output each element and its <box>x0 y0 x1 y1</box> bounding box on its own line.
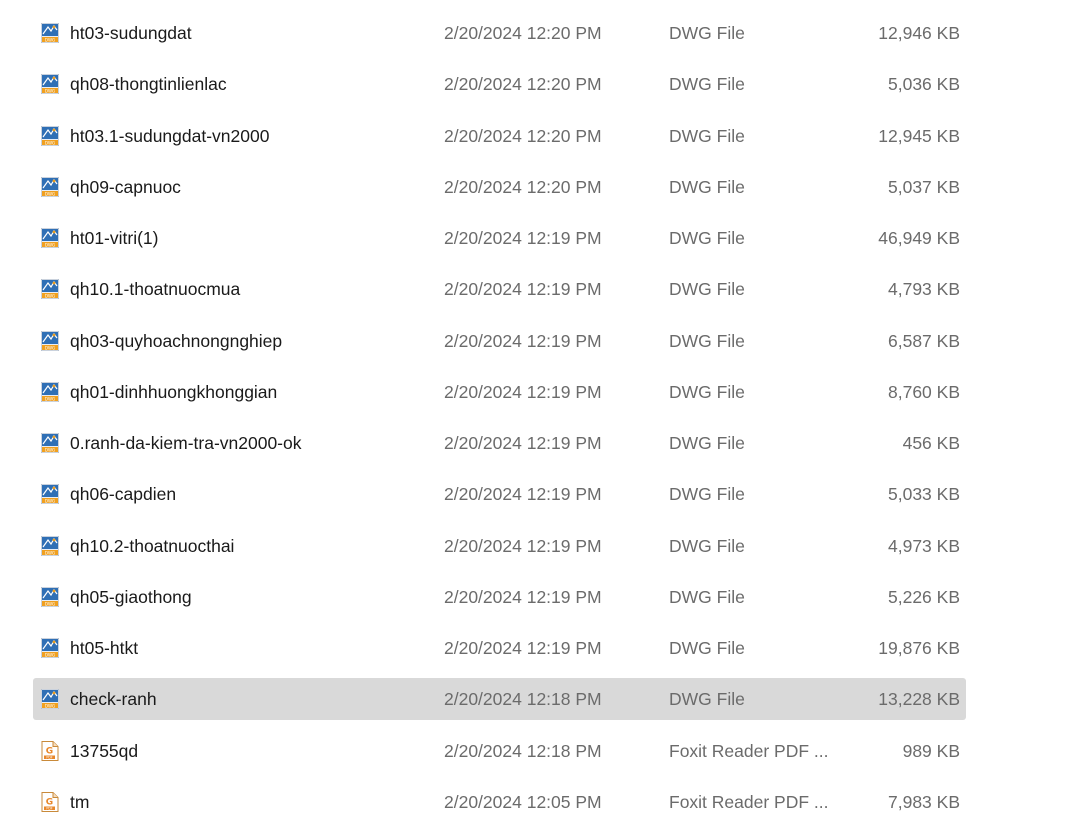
svg-text:PDF: PDF <box>46 756 52 760</box>
svg-text:DWG: DWG <box>45 550 55 555</box>
file-row[interactable]: DWG 0.ranh-da-kiem-tra-vn2000-ok 2/20/2024… <box>33 422 966 464</box>
file-row[interactable]: DWG qh10.1-thoatnuocmua 2/20/2024 12:19 PM… <box>33 268 966 310</box>
file-row[interactable]: DWG ht03.1-sudungdat-vn2000 2/20/2024 12:2… <box>33 115 966 157</box>
svg-text:DWG: DWG <box>45 191 55 196</box>
file-date-modified: 2/20/2024 12:19 PM <box>444 587 602 607</box>
dwg-file-icon: DWG <box>41 689 59 709</box>
file-size: 4,793 KB <box>888 279 960 299</box>
file-name: qh10.2-thoatnuocthai <box>70 536 235 556</box>
file-name: check-ranh <box>70 689 157 709</box>
svg-text:DWG: DWG <box>45 140 55 145</box>
dwg-file-icon: DWG <box>41 382 59 402</box>
file-name: qh10.1-thoatnuocmua <box>70 279 241 299</box>
pdf-file-icon: G PDF <box>41 741 59 761</box>
file-date-modified: 2/20/2024 12:19 PM <box>444 484 602 504</box>
dwg-file-icon: DWG <box>41 638 59 658</box>
dwg-file-icon: DWG <box>41 484 59 504</box>
svg-text:DWG: DWG <box>45 498 55 503</box>
file-row[interactable]: DWG qh09-capnuoc 2/20/2024 12:20 PM DWG Fil… <box>33 166 966 208</box>
svg-text:DWG: DWG <box>45 88 55 93</box>
file-size: 8,760 KB <box>888 382 960 402</box>
file-date-modified: 2/20/2024 12:18 PM <box>444 689 602 709</box>
svg-text:DWG: DWG <box>45 37 55 42</box>
dwg-file-icon: DWG <box>41 177 59 197</box>
dwg-file-icon: DWG <box>41 587 59 607</box>
file-date-modified: 2/20/2024 12:19 PM <box>444 228 602 248</box>
file-row[interactable]: DWG ht05-htkt 2/20/2024 12:19 PM DWG File 19… <box>33 627 966 669</box>
svg-text:DWG: DWG <box>45 703 55 708</box>
file-date-modified: 2/20/2024 12:20 PM <box>444 74 602 94</box>
dwg-file-icon: DWG <box>41 433 59 453</box>
file-name: qh01-dinhhuongkhonggian <box>70 382 278 402</box>
file-row[interactable]: G PDF 13755qd 2/20/2024 12:18 PM Foxit Reade… <box>33 730 966 772</box>
file-size: 5,036 KB <box>888 74 960 94</box>
file-name: 0.ranh-da-kiem-tra-vn2000-ok <box>70 433 302 453</box>
file-name: qh06-capdien <box>70 484 177 504</box>
dwg-file-icon: DWG <box>41 331 59 351</box>
file-size: 5,037 KB <box>888 177 960 197</box>
file-row[interactable]: G PDF tm 2/20/2024 12:05 PM Foxit Reader PDF… <box>33 781 966 823</box>
file-name: ht05-htkt <box>70 638 139 658</box>
svg-text:PDF: PDF <box>46 807 52 811</box>
dwg-file-icon: DWG <box>41 279 59 299</box>
file-row[interactable]: DWG qh10.2-thoatnuocthai 2/20/2024 12:19 P… <box>33 525 966 567</box>
file-size: 19,876 KB <box>878 638 960 658</box>
file-size: 4,973 KB <box>888 536 960 556</box>
file-row[interactable]: DWG qh06-capdien 2/20/2024 12:19 PM DWG Fil… <box>33 473 966 515</box>
file-name: qh03-quyhoachnongnghiep <box>70 331 283 351</box>
file-date-modified: 2/20/2024 12:20 PM <box>444 177 602 197</box>
file-name: qh08-thongtinlienlac <box>70 74 227 94</box>
file-name: qh09-capnuoc <box>70 177 181 197</box>
file-date-modified: 2/20/2024 12:20 PM <box>444 126 602 146</box>
file-row[interactable]: DWG ht01-vitri(1) 2/20/2024 12:19 PM DWG Fi… <box>33 217 966 259</box>
dwg-file-icon: DWG <box>41 228 59 248</box>
file-name: tm <box>70 792 90 812</box>
file-size: 46,949 KB <box>878 228 960 248</box>
file-row[interactable]: DWG qh08-thongtinlienlac 2/20/2024 12:20 P… <box>33 63 966 105</box>
file-date-modified: 2/20/2024 12:19 PM <box>444 279 602 299</box>
file-list: DWG ht03-sudungdat 2/20/2024 12:20 PM DWG F… <box>0 0 1076 822</box>
file-name: ht03-sudungdat <box>70 23 192 43</box>
file-name: qh05-giaothong <box>70 587 192 607</box>
file-date-modified: 2/20/2024 12:18 PM <box>444 741 602 761</box>
file-row[interactable]: DWG ht03-sudungdat 2/20/2024 12:20 PM DWG F… <box>33 12 966 54</box>
svg-text:DWG: DWG <box>45 447 55 452</box>
dwg-file-icon: DWG <box>41 126 59 146</box>
file-size: 12,945 KB <box>878 126 960 146</box>
file-size: 7,983 KB <box>888 792 960 812</box>
svg-text:DWG: DWG <box>45 652 55 657</box>
file-date-modified: 2/20/2024 12:19 PM <box>444 433 602 453</box>
file-date-modified: 2/20/2024 12:19 PM <box>444 382 602 402</box>
file-name: ht03.1-sudungdat-vn2000 <box>70 126 270 146</box>
file-date-modified: 2/20/2024 12:19 PM <box>444 331 602 351</box>
file-row[interactable]: DWG qh05-giaothong 2/20/2024 12:19 PM DWG F… <box>33 576 966 618</box>
file-size: 5,226 KB <box>888 587 960 607</box>
file-size: 12,946 KB <box>878 23 960 43</box>
file-size: 456 KB <box>902 433 960 453</box>
file-date-modified: 2/20/2024 12:05 PM <box>444 792 602 812</box>
file-name: 13755qd <box>70 741 139 761</box>
svg-text:DWG: DWG <box>45 293 55 298</box>
file-size: 989 KB <box>902 741 960 761</box>
pdf-file-icon: G PDF <box>41 792 59 812</box>
dwg-file-icon: DWG <box>41 23 59 43</box>
file-size: 13,228 KB <box>878 689 960 709</box>
file-date-modified: 2/20/2024 12:20 PM <box>444 23 602 43</box>
svg-text:DWG: DWG <box>45 242 55 247</box>
file-date-modified: 2/20/2024 12:19 PM <box>444 536 602 556</box>
file-row[interactable]: DWG qh01-dinhhuongkhonggian 2/20/2024 12:1… <box>33 371 966 413</box>
file-row[interactable]: DWG check-ranh 2/20/2024 12:18 PM DWG File 1… <box>33 678 966 720</box>
file-size: 6,587 KB <box>888 331 960 351</box>
file-date-modified: 2/20/2024 12:19 PM <box>444 638 602 658</box>
svg-text:DWG: DWG <box>45 345 55 350</box>
dwg-file-icon: DWG <box>41 74 59 94</box>
svg-text:DWG: DWG <box>45 396 55 401</box>
svg-text:DWG: DWG <box>45 601 55 606</box>
file-row[interactable]: DWG qh03-quyhoachnongnghiep 2/20/2024 12:1… <box>33 320 966 362</box>
dwg-file-icon: DWG <box>41 536 59 556</box>
file-size: 5,033 KB <box>888 484 960 504</box>
file-name: ht01-vitri(1) <box>70 228 159 248</box>
